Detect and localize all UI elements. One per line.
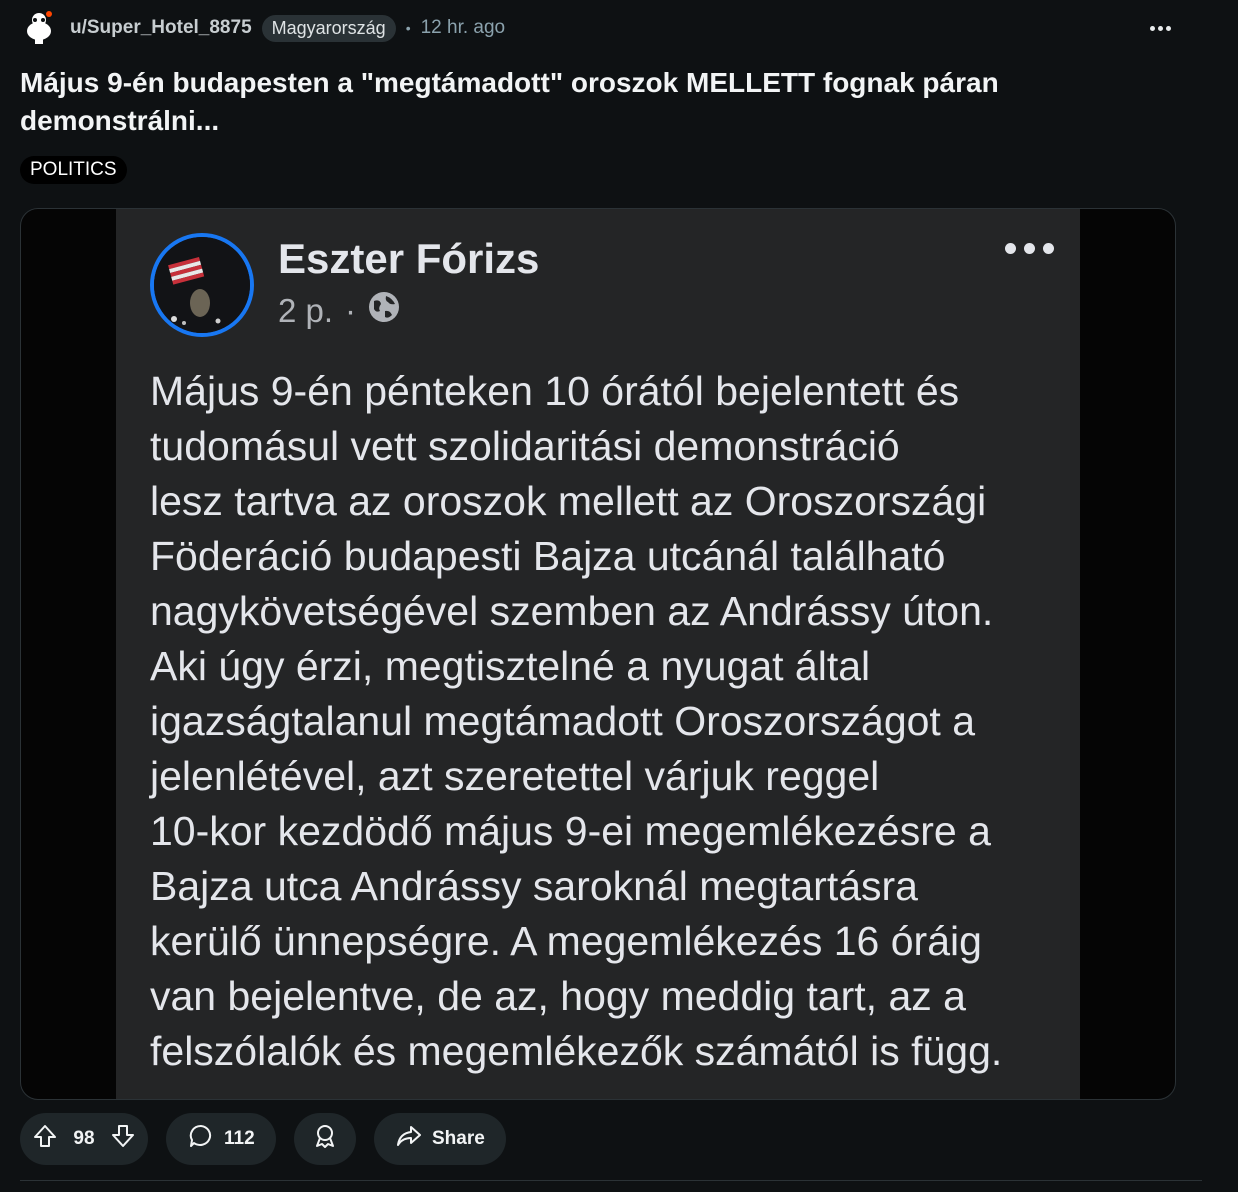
downvote-icon[interactable] bbox=[110, 1123, 136, 1155]
facebook-post-text: Május 9-én pénteken 10 órától bejelentet… bbox=[150, 368, 1003, 1074]
post-flair-tag[interactable]: POLITICS bbox=[20, 156, 127, 184]
vote-count: 98 bbox=[73, 1128, 95, 1149]
post-title[interactable]: Május 9-én budapesten a "megtámadott" or… bbox=[20, 64, 1040, 140]
subreddit-flair[interactable]: Magyarország bbox=[261, 14, 396, 42]
meta-separator: • bbox=[405, 20, 411, 36]
comment-icon bbox=[188, 1123, 214, 1155]
post-image[interactable]: Eszter Fórizs 2 p. · Május 9-én pénteken… bbox=[20, 208, 1176, 1100]
facebook-more-icon bbox=[1005, 243, 1054, 254]
post-time: 12 hr. ago bbox=[420, 17, 506, 38]
facebook-meta-dot: · bbox=[345, 292, 357, 329]
profile-avatar bbox=[150, 233, 254, 337]
facebook-screenshot: Eszter Fórizs 2 p. · Május 9-én pénteken… bbox=[116, 209, 1080, 1099]
reddit-avatar-icon[interactable] bbox=[22, 11, 56, 45]
post-author-link[interactable]: u/Super_Hotel_8875 bbox=[70, 17, 252, 39]
facebook-author-name: Eszter Fórizs bbox=[278, 235, 540, 282]
facebook-post-time: 2 p. bbox=[278, 292, 334, 329]
comments-button[interactable]: 112 bbox=[166, 1113, 276, 1165]
post-meta: u/Super_Hotel_8875 Magyarország • 12 hr.… bbox=[22, 10, 505, 46]
award-icon bbox=[312, 1123, 338, 1155]
upvote-icon[interactable] bbox=[32, 1123, 58, 1155]
share-button[interactable]: Share bbox=[374, 1113, 506, 1165]
divider bbox=[20, 1180, 1202, 1181]
comment-count: 112 bbox=[224, 1128, 255, 1149]
post-actions: 98 112 Share bbox=[20, 1113, 506, 1165]
vote-control: 98 bbox=[20, 1113, 148, 1165]
globe-icon bbox=[368, 291, 400, 331]
more-icon bbox=[1149, 25, 1155, 31]
more-options-button[interactable] bbox=[1142, 12, 1178, 44]
award-button[interactable] bbox=[294, 1113, 356, 1165]
share-label: Share bbox=[432, 1128, 485, 1149]
share-icon bbox=[396, 1123, 422, 1155]
facebook-post-meta: 2 p. · bbox=[278, 291, 400, 331]
